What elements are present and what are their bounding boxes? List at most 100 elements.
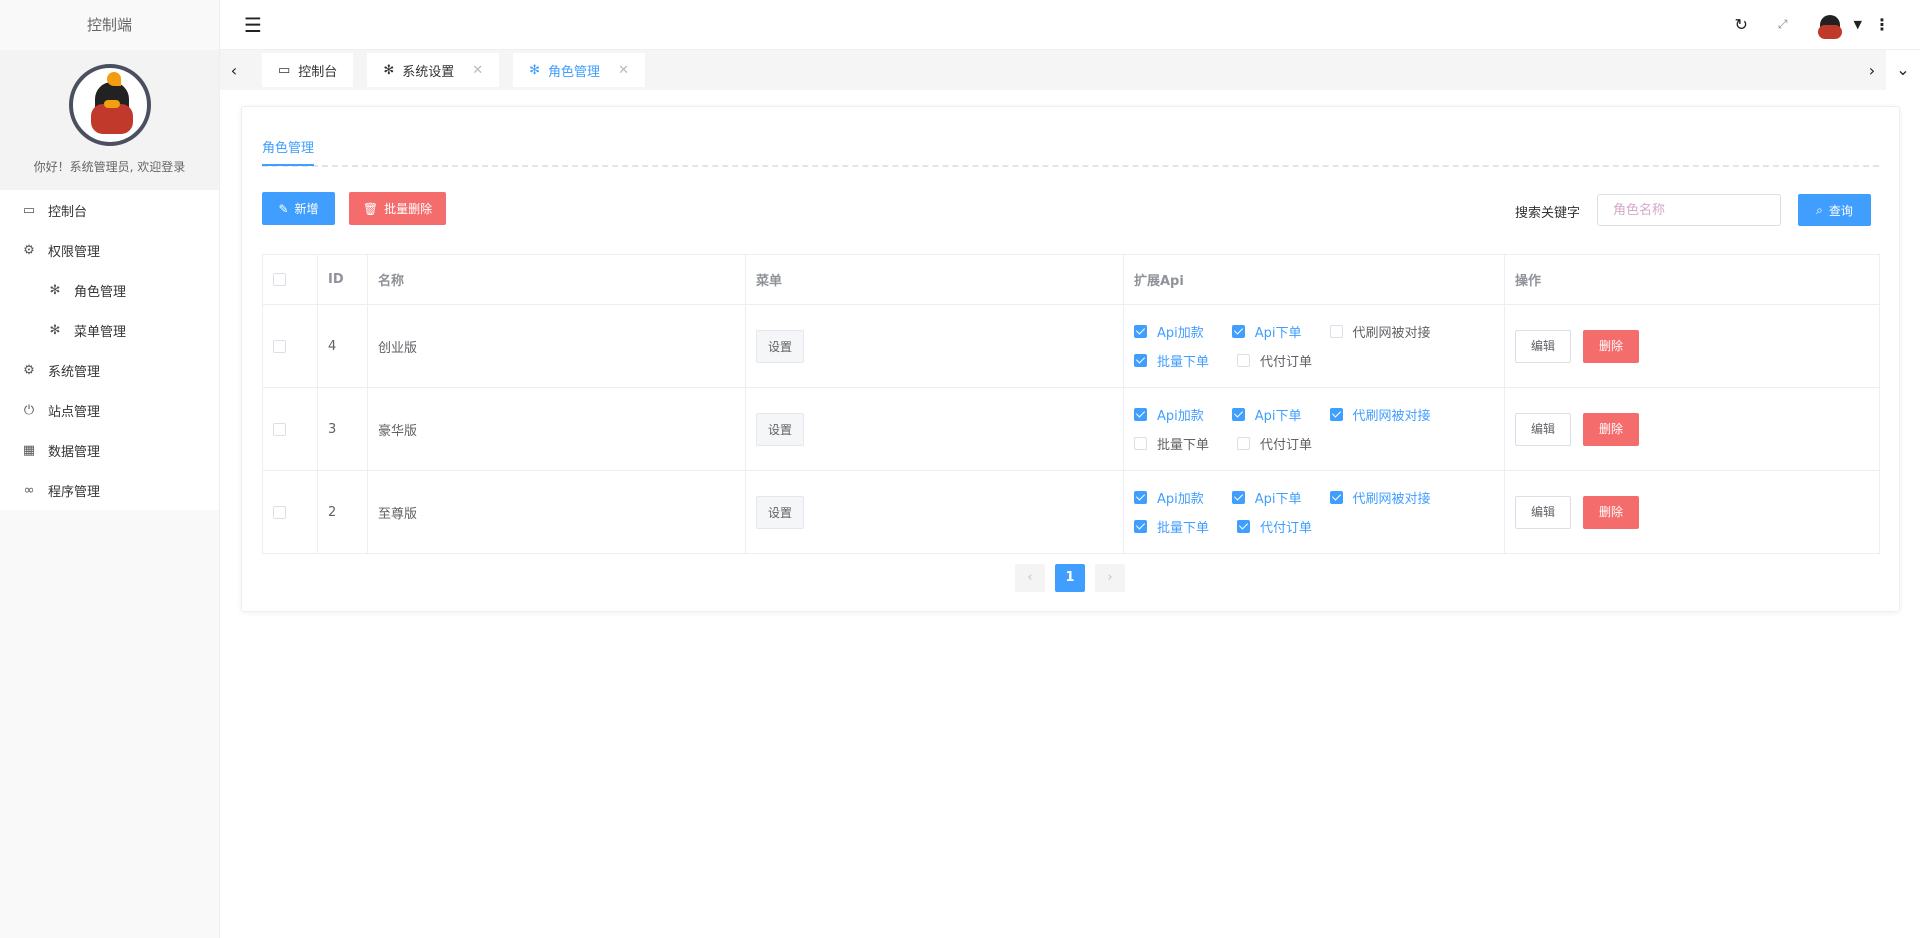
api-label: 代刷网被对接 bbox=[1352, 326, 1431, 341]
top-header: ☰ ↻ ⤢ ▼ ⋮ bbox=[220, 0, 1920, 50]
sidebar-item-data[interactable]: ▦ 数据管理 bbox=[0, 430, 219, 470]
sidebar-item-menus[interactable]: ✻ 菜单管理 bbox=[0, 310, 219, 350]
checkbox[interactable] bbox=[1329, 491, 1343, 504]
api-checkbox-item[interactable]: Api下单 bbox=[1231, 488, 1302, 507]
checkbox[interactable] bbox=[1134, 491, 1147, 504]
checkbox[interactable] bbox=[1237, 520, 1251, 533]
user-avatar[interactable] bbox=[1817, 11, 1842, 39]
api-checkbox-item[interactable]: 代刷网被对接 bbox=[1329, 488, 1431, 507]
checkbox[interactable] bbox=[1134, 520, 1147, 533]
sidebar-item-sites[interactable]: ⏻ 站点管理 bbox=[0, 390, 219, 430]
api-checkbox-item[interactable]: 代刷网被对接 bbox=[1329, 405, 1431, 424]
api-checkbox-item[interactable]: 代付订单 bbox=[1237, 517, 1312, 536]
tabs-prev-icon[interactable]: ‹ bbox=[220, 61, 248, 80]
col-menu: 菜单 bbox=[745, 254, 1124, 305]
api-checkbox-item[interactable]: 代付订单 bbox=[1237, 351, 1312, 370]
api-checkbox-item[interactable]: 批量下单 bbox=[1134, 434, 1209, 453]
api-checkbox-item[interactable]: 代刷网被对接 bbox=[1329, 322, 1431, 341]
api-label: Api加款 bbox=[1157, 326, 1204, 341]
sidebar-item-permissions[interactable]: ⚙ 权限管理 bbox=[0, 230, 219, 270]
tabs-next-icon[interactable]: › bbox=[1858, 61, 1886, 80]
nav-label: 菜单管理 bbox=[74, 324, 127, 340]
sidebar-item-roles[interactable]: ✻ 角色管理 bbox=[0, 270, 219, 310]
caret-down-icon[interactable]: ▼ bbox=[1854, 18, 1862, 31]
api-label: Api加款 bbox=[1157, 492, 1204, 507]
checkbox[interactable] bbox=[1134, 437, 1147, 450]
palm-icon: ✻ bbox=[529, 62, 541, 78]
delete-button[interactable]: 删除 bbox=[1583, 329, 1639, 363]
tab-dashboard[interactable]: ▭ 控制台 bbox=[262, 53, 354, 87]
api-checkbox-item[interactable]: Api加款 bbox=[1134, 488, 1204, 507]
menu-settings-button[interactable]: 设置 bbox=[756, 495, 805, 529]
api-checkbox-item[interactable]: 代付订单 bbox=[1237, 434, 1312, 453]
tab-label: 角色管理 bbox=[548, 64, 601, 80]
nav-label: 角色管理 bbox=[74, 284, 127, 300]
search-input[interactable] bbox=[1597, 194, 1781, 226]
tabs-dropdown-icon[interactable]: ⌄ bbox=[1886, 50, 1920, 90]
sidebar-item-programs[interactable]: ∞ 程序管理 bbox=[0, 470, 219, 510]
batch-delete-button[interactable]: 🗑 批量删除 bbox=[349, 192, 446, 225]
delete-button[interactable]: 删除 bbox=[1583, 412, 1639, 446]
checkbox[interactable] bbox=[1134, 408, 1147, 421]
col-api: 扩展Api bbox=[1123, 254, 1505, 305]
collapse-menu-icon[interactable]: ☰ bbox=[244, 13, 262, 37]
nav-label: 站点管理 bbox=[48, 404, 101, 420]
tab-role-management[interactable]: ✻ 角色管理 ✕ bbox=[513, 53, 645, 87]
api-label: 批量下单 bbox=[1157, 438, 1210, 453]
sidebar-item-system[interactable]: ⚙ 系统管理 bbox=[0, 350, 219, 390]
trash-icon: 🗑 bbox=[362, 201, 379, 216]
row-checkbox[interactable] bbox=[273, 339, 286, 353]
close-icon[interactable]: ✕ bbox=[472, 63, 483, 78]
monitor-icon: ▭ bbox=[22, 202, 36, 218]
palm-icon: ✻ bbox=[383, 62, 395, 78]
edit-button[interactable]: 编辑 bbox=[1515, 329, 1571, 363]
page-1-button[interactable]: 1 bbox=[1055, 564, 1085, 592]
checkbox[interactable] bbox=[1237, 437, 1251, 450]
sidebar-item-dashboard[interactable]: ▭ 控制台 bbox=[0, 190, 219, 230]
checkbox[interactable] bbox=[1329, 408, 1343, 421]
edit-button[interactable]: 编辑 bbox=[1515, 412, 1571, 446]
checkbox[interactable] bbox=[1134, 354, 1147, 367]
col-id: ID bbox=[317, 254, 368, 305]
edit-button[interactable]: 编辑 bbox=[1515, 495, 1571, 529]
api-checkbox-item[interactable]: Api下单 bbox=[1231, 322, 1302, 341]
table-row: 3 豪华版 设置 Api加款 Api下单 代刷网被对接 批量下单 代付订单 编辑 删除 bbox=[262, 387, 1880, 471]
api-label: 代刷网被对接 bbox=[1352, 492, 1431, 507]
search-icon: ⌕ bbox=[1816, 202, 1823, 217]
checkbox[interactable] bbox=[1134, 325, 1147, 338]
row-checkbox[interactable] bbox=[273, 422, 286, 436]
sidebar: 控制端 你好！系统管理员, 欢迎登录 ▭ 控制台 ⚙ 权限管理 ✻ 角色管理 ✻ 菜单管… bbox=[0, 0, 220, 938]
close-icon[interactable]: ✕ bbox=[618, 63, 629, 78]
query-button[interactable]: ⌕ 查询 bbox=[1798, 194, 1871, 226]
menu-settings-button[interactable]: 设置 bbox=[756, 412, 805, 446]
api-checkbox-item[interactable]: 批量下单 bbox=[1134, 351, 1209, 370]
more-icon[interactable]: ⋮ bbox=[1874, 15, 1890, 34]
inner-tab-label[interactable]: 角色管理 bbox=[262, 137, 315, 166]
api-checkbox-item[interactable]: Api加款 bbox=[1134, 405, 1204, 424]
refresh-icon[interactable]: ↻ bbox=[1735, 15, 1748, 34]
checkbox[interactable] bbox=[1231, 408, 1245, 421]
fullscreen-icon[interactable]: ⤢ bbox=[1778, 17, 1788, 32]
row-checkbox[interactable] bbox=[273, 505, 286, 519]
tab-system-settings[interactable]: ✻ 系统设置 ✕ bbox=[367, 53, 500, 87]
prev-page-button[interactable]: ‹ bbox=[1015, 564, 1045, 592]
add-button[interactable]: ✎ 新增 bbox=[262, 192, 335, 225]
api-options: Api加款 Api下单 代刷网被对接批量下单 代付订单 bbox=[1134, 488, 1494, 536]
api-checkbox-item[interactable]: Api下单 bbox=[1231, 405, 1302, 424]
col-actions: 操作 bbox=[1504, 254, 1880, 305]
checkbox[interactable] bbox=[1237, 354, 1251, 367]
select-all-checkbox[interactable] bbox=[273, 273, 286, 286]
avatar[interactable] bbox=[68, 64, 151, 146]
checkbox[interactable] bbox=[1231, 325, 1245, 338]
api-checkbox-item[interactable]: 批量下单 bbox=[1134, 517, 1209, 536]
api-label: Api加款 bbox=[1157, 409, 1204, 424]
checkbox[interactable] bbox=[1329, 325, 1343, 338]
next-page-button[interactable]: › bbox=[1095, 564, 1125, 592]
api-options: Api加款 Api下单 代刷网被对接批量下单 代付订单 bbox=[1134, 322, 1494, 370]
api-checkbox-item[interactable]: Api加款 bbox=[1134, 322, 1204, 341]
checkbox[interactable] bbox=[1231, 491, 1245, 504]
delete-button[interactable]: 删除 bbox=[1583, 495, 1639, 529]
search-label: 搜索关键字 bbox=[1515, 206, 1581, 221]
menu-settings-button[interactable]: 设置 bbox=[756, 329, 805, 363]
link-icon: ∞ bbox=[23, 482, 35, 498]
